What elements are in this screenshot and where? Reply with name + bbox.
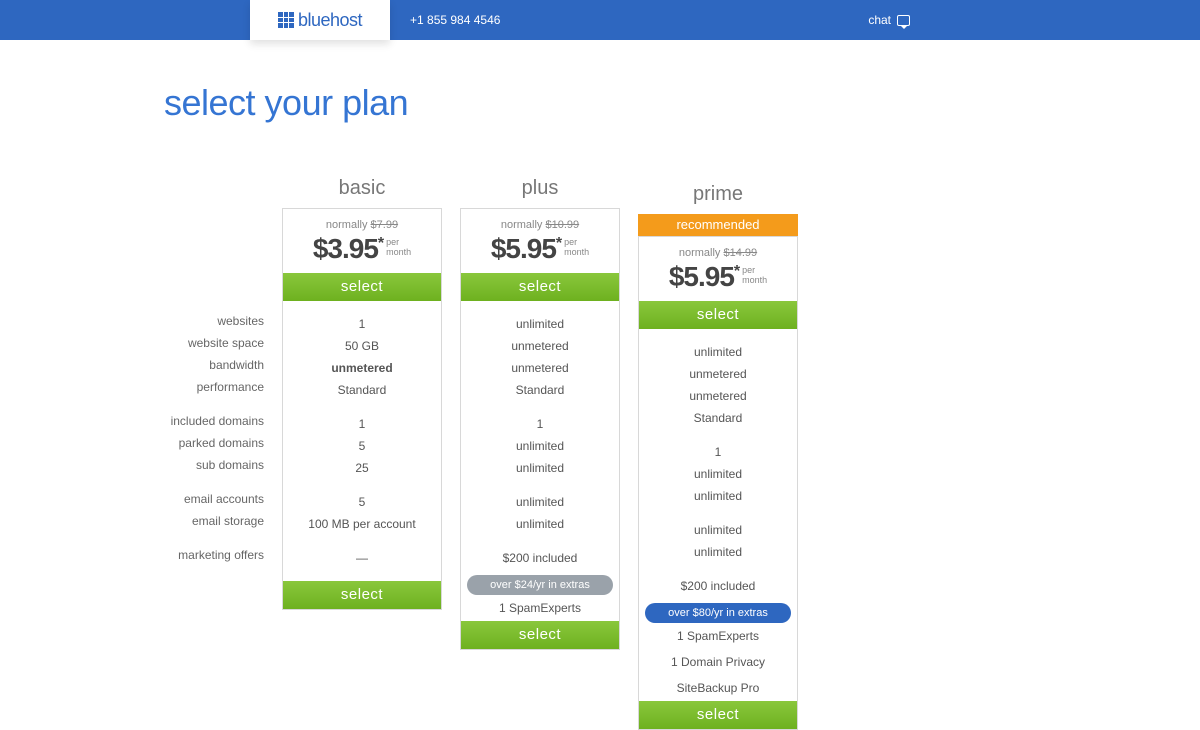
plan-name: plus <box>460 174 620 202</box>
label-marketing-offers: marketing offers <box>164 544 274 566</box>
normal-price: $7.99 <box>371 219 399 231</box>
feat-email-accounts: unlimited <box>639 519 797 541</box>
extra-item: 1 SpamExperts <box>639 623 797 649</box>
phone-number[interactable]: +1 855 984 4546 <box>410 13 500 27</box>
label-website-space: website space <box>164 332 274 354</box>
page-title: select your plan <box>164 82 1050 124</box>
label-bandwidth: bandwidth <box>164 354 274 376</box>
feat-bandwidth: unmetered <box>283 357 441 379</box>
select-button[interactable]: select <box>461 273 619 301</box>
label-performance: performance <box>164 376 274 398</box>
plan-plus: plus normally $10.99 $5.95* permonth sel… <box>460 174 620 730</box>
feat-included-domains: 1 <box>283 413 441 435</box>
feat-email-storage: unlimited <box>461 513 619 535</box>
feature-labels: websites website space bandwidth perform… <box>164 174 274 566</box>
label-websites: websites <box>164 310 274 332</box>
feat-sub-domains: unlimited <box>639 485 797 507</box>
price-area: normally $7.99 $3.95* permonth <box>283 209 441 273</box>
feat-website-space: 50 GB <box>283 335 441 357</box>
feat-email-accounts: 5 <box>283 491 441 513</box>
feat-sub-domains: 25 <box>283 457 441 479</box>
feat-email-storage: 100 MB per account <box>283 513 441 535</box>
feat-website-space: unmetered <box>639 363 797 385</box>
feat-email-storage: unlimited <box>639 541 797 563</box>
plan-name: prime <box>638 180 798 208</box>
plan-basic: basic normally $7.99 $3.95* permonth sel… <box>282 174 442 730</box>
price-area: normally $10.99 $5.95* permonth <box>461 209 619 273</box>
extras-badge: over $24/yr in extras <box>467 575 613 595</box>
feat-performance: Standard <box>283 379 441 401</box>
label-sub-domains: sub domains <box>164 454 274 476</box>
select-button-bottom[interactable]: select <box>461 621 619 649</box>
extra-item: 1 SpamExperts <box>461 595 619 621</box>
select-button-bottom[interactable]: select <box>283 581 441 609</box>
feat-performance: Standard <box>461 379 619 401</box>
feat-parked-domains: unlimited <box>461 435 619 457</box>
label-included-domains: included domains <box>164 410 274 432</box>
price: $5.95 <box>669 261 734 293</box>
feat-sub-domains: unlimited <box>461 457 619 479</box>
feat-included-domains: 1 <box>639 441 797 463</box>
feat-included-domains: 1 <box>461 413 619 435</box>
pricing-table: websites website space bandwidth perform… <box>164 174 1050 730</box>
feat-performance: Standard <box>639 407 797 429</box>
logo-icon <box>278 12 294 28</box>
brand-name: bluehost <box>298 10 362 31</box>
extra-item: 1 Domain Privacy <box>639 649 797 675</box>
feat-bandwidth: unmetered <box>461 357 619 379</box>
select-button[interactable]: select <box>283 273 441 301</box>
feat-parked-domains: 5 <box>283 435 441 457</box>
feat-parked-domains: unlimited <box>639 463 797 485</box>
price-area: normally $14.99 $5.95* permonth <box>639 237 797 301</box>
feat-email-accounts: unlimited <box>461 491 619 513</box>
extras-badge: over $80/yr in extras <box>645 603 791 623</box>
price: $3.95 <box>313 233 378 265</box>
chat-link[interactable]: chat <box>868 13 910 27</box>
brand-logo[interactable]: bluehost <box>250 0 390 40</box>
normal-price: $14.99 <box>723 247 757 259</box>
chat-icon <box>897 15 910 26</box>
select-button-bottom[interactable]: select <box>639 701 797 729</box>
select-button[interactable]: select <box>639 301 797 329</box>
label-email-storage: email storage <box>164 510 274 532</box>
recommended-badge: recommended <box>638 214 798 236</box>
label-email-accounts: email accounts <box>164 488 274 510</box>
topbar: bluehost +1 855 984 4546 chat <box>0 0 1200 40</box>
feat-website-space: unmetered <box>461 335 619 357</box>
feat-marketing-offers: — <box>283 547 441 569</box>
feat-websites: 1 <box>283 313 441 335</box>
feat-bandwidth: unmetered <box>639 385 797 407</box>
plan-name: basic <box>282 174 442 202</box>
label-parked-domains: parked domains <box>164 432 274 454</box>
plan-prime: prime recommended normally $14.99 $5.95*… <box>638 174 798 730</box>
feat-websites: unlimited <box>639 341 797 363</box>
feat-websites: unlimited <box>461 313 619 335</box>
normal-price: $10.99 <box>545 219 579 231</box>
feat-marketing-offers: $200 included <box>461 547 619 569</box>
price: $5.95 <box>491 233 556 265</box>
feat-marketing-offers: $200 included <box>639 575 797 597</box>
chat-label: chat <box>868 13 891 27</box>
